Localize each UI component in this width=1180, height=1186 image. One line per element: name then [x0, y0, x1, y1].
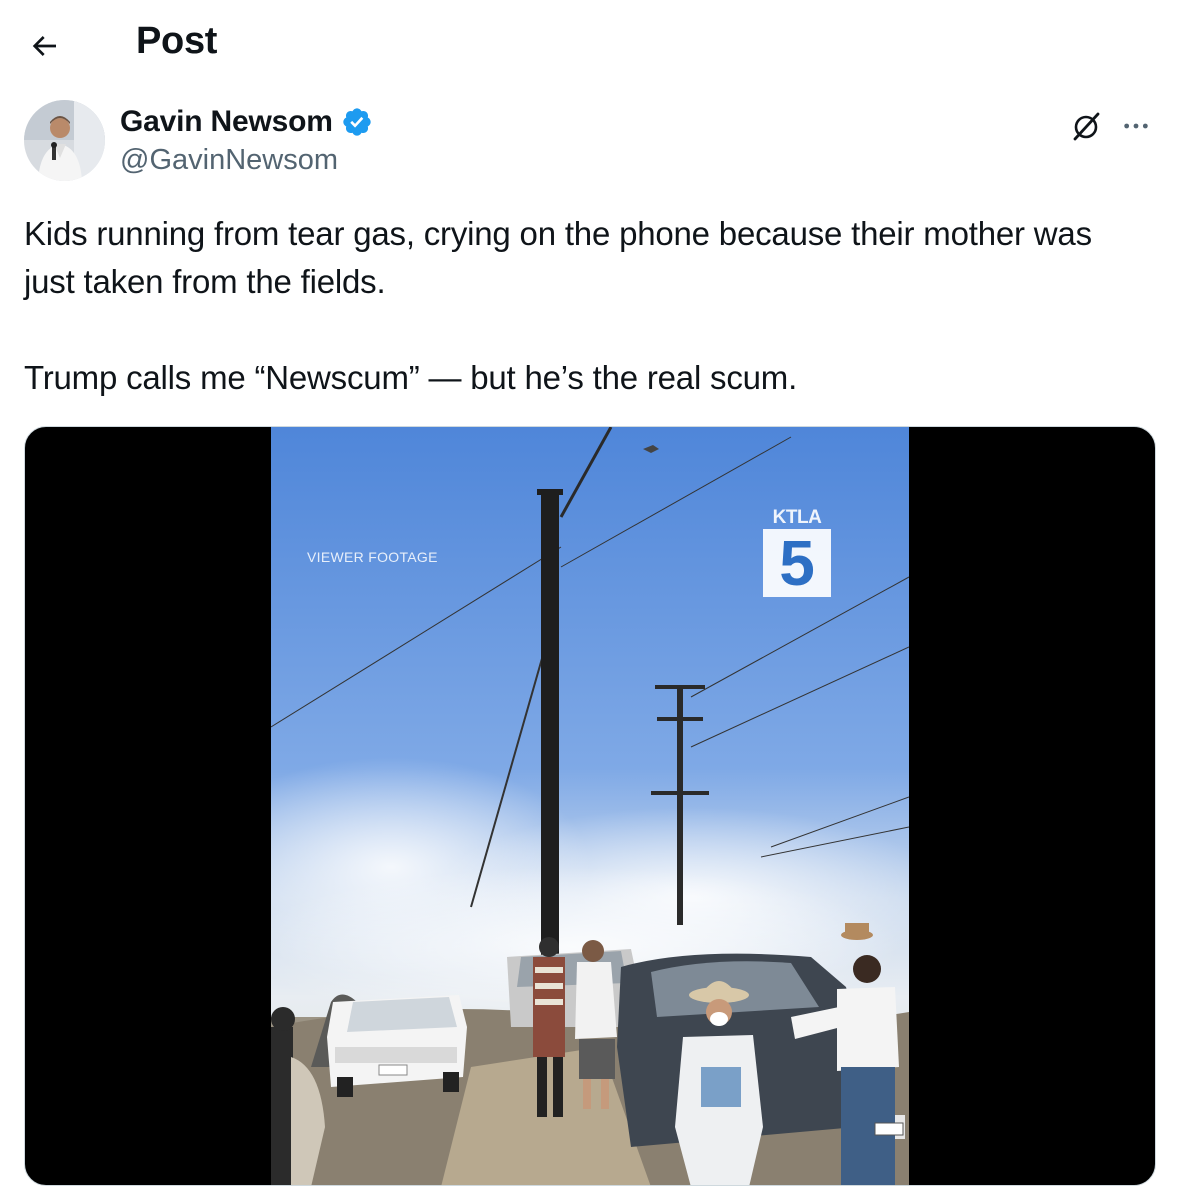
avatar[interactable]	[24, 100, 105, 181]
profile-photo	[24, 100, 105, 181]
ktla-logo: KTLA 5	[763, 507, 831, 597]
more-options-button[interactable]	[1114, 104, 1158, 148]
arrow-left-icon	[32, 36, 56, 56]
ktla-logo-number: 5	[763, 529, 831, 597]
post-paragraph: Kids running from tear gas, crying on th…	[24, 215, 1092, 300]
author-row: Gavin Newsom @GavinNewsom	[24, 100, 1156, 184]
post-paragraph: Trump calls me “Newscum” — but he’s the …	[24, 359, 798, 396]
back-button[interactable]	[20, 22, 68, 70]
post-text: Kids running from tear gas, crying on th…	[24, 210, 1134, 402]
verified-badge-icon	[343, 108, 371, 136]
ktla-logo-text: KTLA	[772, 507, 822, 528]
author-name[interactable]: Gavin Newsom	[120, 105, 333, 139]
post-header: Post	[0, 0, 1180, 88]
more-horizontal-icon	[1124, 123, 1148, 129]
video-overlay-label: VIEWER FOOTAGE	[307, 549, 438, 565]
grok-button[interactable]	[1064, 104, 1108, 148]
author-name-row: Gavin Newsom	[120, 104, 373, 140]
page-title: Post	[136, 20, 218, 62]
media-container: VIEWER FOOTAGE KTLA 5	[24, 426, 1156, 1186]
grok-icon	[1073, 112, 1100, 141]
video-player[interactable]: VIEWER FOOTAGE KTLA 5	[271, 427, 909, 1185]
author-handle[interactable]: @GavinNewsom	[120, 144, 338, 177]
